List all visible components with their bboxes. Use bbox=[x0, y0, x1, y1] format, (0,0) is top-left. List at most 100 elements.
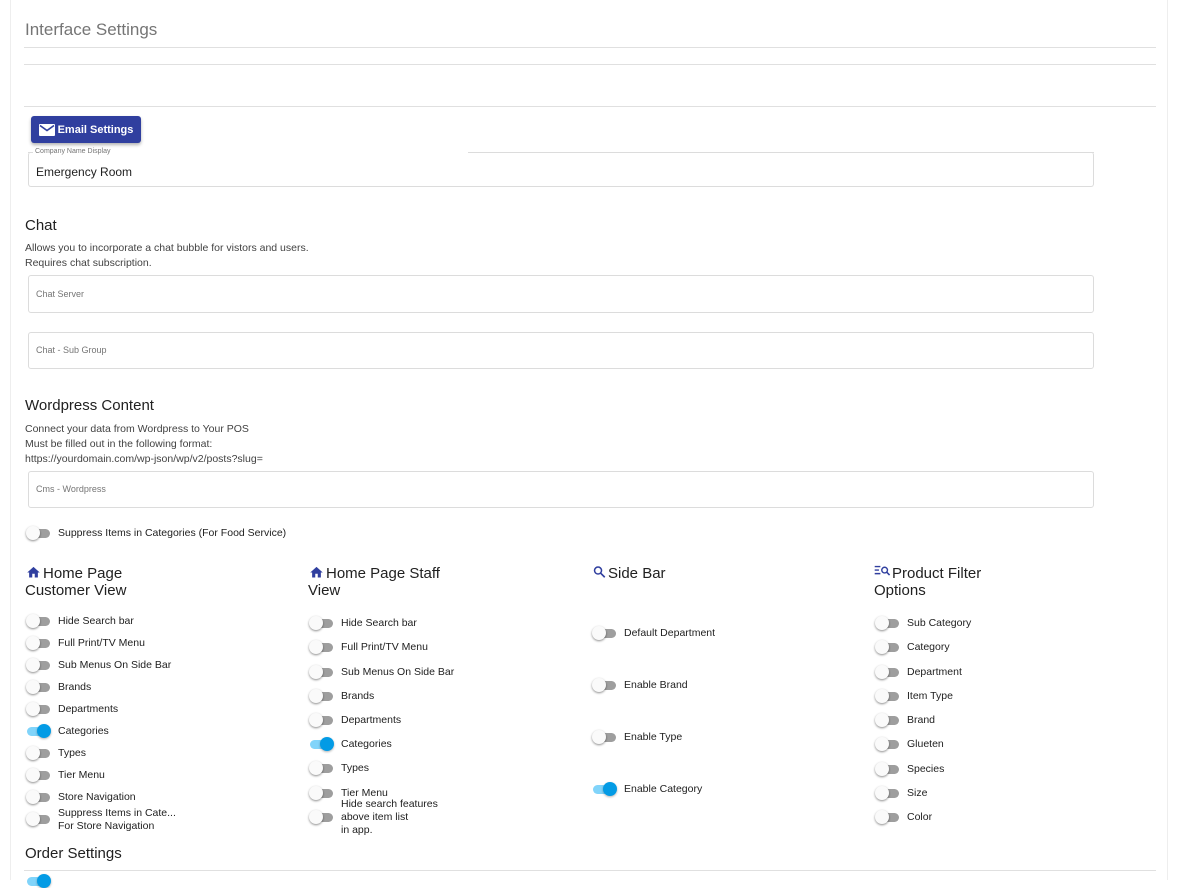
product-filter-toggle-label: Species bbox=[907, 763, 945, 775]
home-customer-toggle[interactable] bbox=[26, 724, 51, 738]
order-setting-toggle[interactable] bbox=[26, 874, 51, 888]
heading-text: Home Page Staff bbox=[326, 565, 440, 582]
home-customer-heading: Home Page Customer View bbox=[25, 565, 126, 599]
home-staff-heading: Home Page Staff View bbox=[308, 565, 440, 599]
home-staff-toggle-label: Types bbox=[341, 762, 370, 774]
product-filter-toggle[interactable] bbox=[875, 640, 899, 654]
wordpress-desc-line: https://yourdomain.com/wp-json/wp/v2/pos… bbox=[25, 453, 263, 465]
home-customer-toggle-label: Departments bbox=[58, 703, 119, 715]
home-staff-toggle[interactable] bbox=[309, 640, 333, 654]
company-name-field[interactable]: Emergency Room bbox=[28, 152, 1094, 187]
product-filter-toggle[interactable] bbox=[875, 810, 899, 824]
divider bbox=[24, 47, 1156, 48]
home-customer-toggle[interactable] bbox=[26, 702, 50, 716]
side-bar-toggle[interactable] bbox=[592, 782, 617, 796]
home-customer-toggle-label: Brands bbox=[58, 681, 92, 693]
chat-server-input[interactable]: Chat Server bbox=[28, 275, 1094, 313]
product-filter-toggle[interactable] bbox=[875, 689, 899, 703]
divider bbox=[24, 870, 1156, 871]
home-customer-toggle[interactable] bbox=[26, 746, 50, 760]
filter-search-icon bbox=[874, 565, 891, 576]
home-staff-toggle[interactable] bbox=[309, 665, 333, 679]
hide-search-features-label: Hide search features above item list in … bbox=[341, 798, 438, 837]
company-name-value: Emergency Room bbox=[36, 165, 133, 179]
label-line: Hide search features bbox=[341, 798, 438, 810]
home-customer-toggle-label: Store Navigation bbox=[58, 791, 136, 803]
page-title: Interface Settings bbox=[25, 20, 158, 39]
home-customer-toggle[interactable] bbox=[26, 614, 50, 628]
home-customer-toggle-label: Types bbox=[58, 747, 87, 759]
email-settings-button[interactable]: Email Settings bbox=[31, 116, 141, 143]
home-staff-toggle-label: Categories bbox=[341, 738, 392, 750]
product-filter-toggle-label: Item Type bbox=[907, 690, 953, 702]
home-customer-toggle[interactable] bbox=[26, 658, 50, 672]
product-filter-toggle[interactable] bbox=[875, 762, 899, 776]
chat-description: Allows you to incorporate a chat bubble … bbox=[25, 241, 309, 271]
heading-text: Side Bar bbox=[608, 565, 666, 582]
side-bar-toggle-label: Default Department bbox=[624, 627, 716, 639]
home-customer-toggle-label: Categories bbox=[58, 725, 109, 737]
side-bar-toggle-label: Enable Type bbox=[624, 731, 683, 743]
divider bbox=[24, 64, 1156, 65]
home-icon bbox=[27, 566, 40, 578]
home-customer-toggle-label: Sub Menus On Side Bar bbox=[58, 659, 172, 671]
home-customer-toggle-label: Tier Menu bbox=[58, 769, 105, 781]
side-bar-toggle[interactable] bbox=[592, 678, 616, 692]
home-staff-toggle[interactable] bbox=[309, 761, 333, 775]
home-customer-toggle[interactable] bbox=[26, 768, 50, 782]
side-bar-heading: Side Bar bbox=[592, 565, 666, 582]
home-customer-toggle[interactable] bbox=[26, 636, 50, 650]
home-staff-toggle[interactable] bbox=[309, 616, 333, 630]
heading-text: Customer View bbox=[25, 582, 127, 599]
home-staff-toggle[interactable] bbox=[309, 689, 333, 703]
product-filter-toggle-label: Sub Category bbox=[907, 617, 972, 629]
hide-search-features-toggle[interactable] bbox=[309, 810, 333, 824]
divider bbox=[24, 106, 1156, 107]
wordpress-desc-line: Connect your data from Wordpress to Your… bbox=[25, 423, 249, 435]
label-line: Suppress Items in Cate... bbox=[58, 807, 176, 819]
company-name-label: Company Name Display bbox=[35, 148, 111, 155]
product-filter-toggle-label: Color bbox=[907, 811, 933, 823]
cms-wordpress-placeholder: Cms - Wordpress bbox=[36, 484, 106, 494]
side-bar-toggle[interactable] bbox=[592, 730, 616, 744]
email-settings-label: Email Settings bbox=[57, 123, 134, 136]
mail-icon bbox=[38, 123, 55, 136]
field-outline bbox=[468, 152, 1094, 153]
home-staff-toggle[interactable] bbox=[309, 786, 333, 800]
product-filter-toggle[interactable] bbox=[875, 616, 899, 630]
home-customer-toggle[interactable] bbox=[26, 680, 50, 694]
home-staff-toggle-label: Brands bbox=[341, 690, 375, 702]
order-settings-title: Order Settings bbox=[25, 845, 122, 862]
home-staff-toggle-label: Departments bbox=[341, 714, 402, 726]
home-customer-toggle[interactable] bbox=[26, 790, 50, 804]
side-bar-toggle-label: Enable Brand bbox=[624, 679, 688, 691]
home-staff-toggle-label: Sub Menus On Side Bar bbox=[341, 666, 455, 678]
wordpress-desc-line: Must be filled out in the following form… bbox=[25, 438, 213, 450]
cms-wordpress-input[interactable]: Cms - Wordpress bbox=[28, 471, 1094, 508]
side-bar-toggle[interactable] bbox=[592, 626, 616, 640]
product-filter-toggle[interactable] bbox=[875, 713, 899, 727]
suppress-store-nav-toggle[interactable] bbox=[26, 812, 50, 826]
home-staff-toggle-label: Hide Search bar bbox=[341, 617, 417, 629]
heading-text: View bbox=[308, 582, 341, 599]
chat-subgroup-input[interactable]: Chat - Sub Group bbox=[28, 332, 1094, 369]
heading-text: Product Filter bbox=[892, 565, 982, 582]
suppress-food-label: Suppress Items in Categories (For Food S… bbox=[58, 527, 287, 539]
home-customer-toggle-label: Hide Search bar bbox=[58, 615, 134, 627]
product-filter-toggle-label: Brand bbox=[907, 714, 936, 726]
product-filter-heading: Product Filter Options bbox=[874, 565, 981, 599]
heading-text: Options bbox=[874, 582, 926, 599]
home-customer-toggle-label: Full Print/TV Menu bbox=[58, 637, 145, 649]
suppress-food-toggle[interactable] bbox=[26, 526, 50, 540]
chat-desc-line: Requires chat subscription. bbox=[25, 257, 152, 269]
home-staff-toggle[interactable] bbox=[309, 737, 334, 751]
product-filter-toggle[interactable] bbox=[875, 786, 899, 800]
field-outline bbox=[28, 152, 33, 153]
home-staff-toggle[interactable] bbox=[309, 713, 333, 727]
suppress-store-nav-label: Suppress Items in Cate... For Store Navi… bbox=[58, 807, 176, 833]
product-filter-toggle[interactable] bbox=[875, 665, 899, 679]
product-filter-toggle[interactable] bbox=[875, 737, 899, 751]
wordpress-title: Wordpress Content bbox=[25, 397, 154, 414]
chat-server-placeholder: Chat Server bbox=[36, 289, 85, 299]
chat-desc-line: Allows you to incorporate a chat bubble … bbox=[25, 242, 309, 254]
